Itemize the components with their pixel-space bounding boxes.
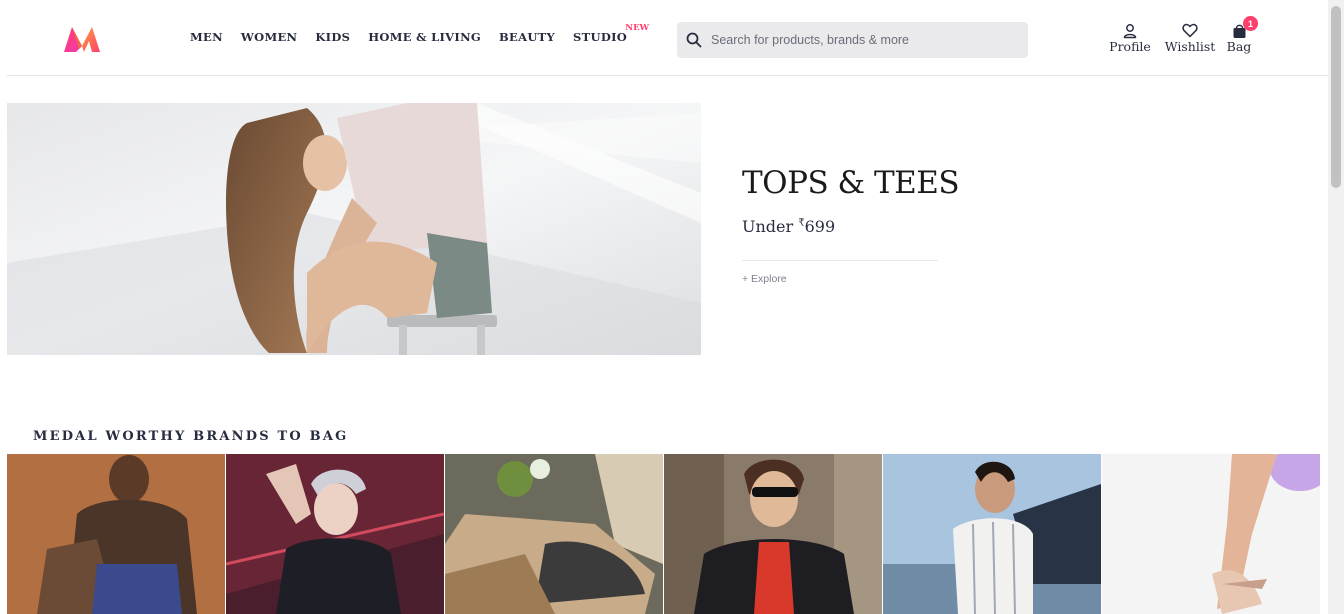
nav-item-label: MEN (190, 30, 223, 44)
section-title: MEDAL WORTHY BRANDS TO BAG (33, 429, 349, 444)
hero-subtitle: Under ₹699 (742, 217, 938, 236)
search-icon[interactable] (677, 22, 711, 58)
wishlist-label: Wishlist (1164, 39, 1216, 54)
brand-tile-4[interactable] (664, 454, 882, 614)
main-nav: MEN WOMEN KIDS HOME & LIVING BEAUTY STUD… (190, 23, 649, 44)
header-divider (7, 75, 1328, 76)
brand-tile-6[interactable] (1102, 454, 1320, 614)
header-actions: Profile Wishlist Bag 1 (1108, 16, 1258, 54)
brand-tile-1[interactable] (7, 454, 225, 614)
nav-item-men[interactable]: MEN (190, 30, 223, 44)
nav-item-label: WOMEN (240, 30, 298, 44)
nav-item-label: KIDS (315, 30, 351, 44)
bag-button[interactable]: Bag 1 (1224, 16, 1258, 54)
profile-label: Profile (1109, 39, 1151, 54)
brand-tiles (7, 454, 1322, 614)
nav-item-label: BEAUTY (499, 30, 556, 44)
heart-icon (1182, 22, 1198, 39)
myntra-logo[interactable] (62, 24, 102, 54)
nav-item-label: HOME & LIVING (368, 30, 482, 44)
search-input[interactable] (711, 33, 1011, 47)
hero-title: TOPS & TEES (742, 165, 960, 201)
hero-banner-image[interactable] (7, 103, 701, 355)
nav-item-beauty[interactable]: BEAUTY (499, 30, 555, 44)
hero-text: TOPS & TEES Under ₹699 + Explore (742, 165, 960, 286)
page-scrollbar[interactable] (1328, 0, 1344, 614)
brand-tile-5[interactable] (883, 454, 1101, 614)
explore-link[interactable]: + Explore (742, 273, 787, 285)
brand-tile-2[interactable] (226, 454, 444, 614)
profile-button[interactable]: Profile (1108, 22, 1152, 54)
bag-count-badge: 1 (1243, 16, 1258, 31)
profile-icon (1122, 22, 1138, 39)
nav-item-kids[interactable]: KIDS (315, 30, 350, 44)
bag-label: Bag (1226, 39, 1252, 54)
nav-item-studio[interactable]: STUDIO NEW (573, 23, 649, 44)
nav-item-label: STUDIO (573, 30, 628, 44)
wishlist-button[interactable]: Wishlist (1164, 22, 1216, 54)
hero-divider (742, 260, 938, 261)
hero-price: 699 (804, 217, 836, 236)
hero-subtitle-prefix: Under (742, 217, 799, 236)
nav-item-women[interactable]: WOMEN (241, 30, 297, 44)
new-badge: NEW (625, 23, 650, 33)
search-bar (677, 22, 1028, 58)
brand-tile-3[interactable] (445, 454, 663, 614)
nav-item-home-living[interactable]: HOME & LIVING (368, 30, 481, 44)
site-header: MEN WOMEN KIDS HOME & LIVING BEAUTY STUD… (0, 0, 1328, 76)
scrollbar-thumb[interactable] (1331, 6, 1341, 188)
